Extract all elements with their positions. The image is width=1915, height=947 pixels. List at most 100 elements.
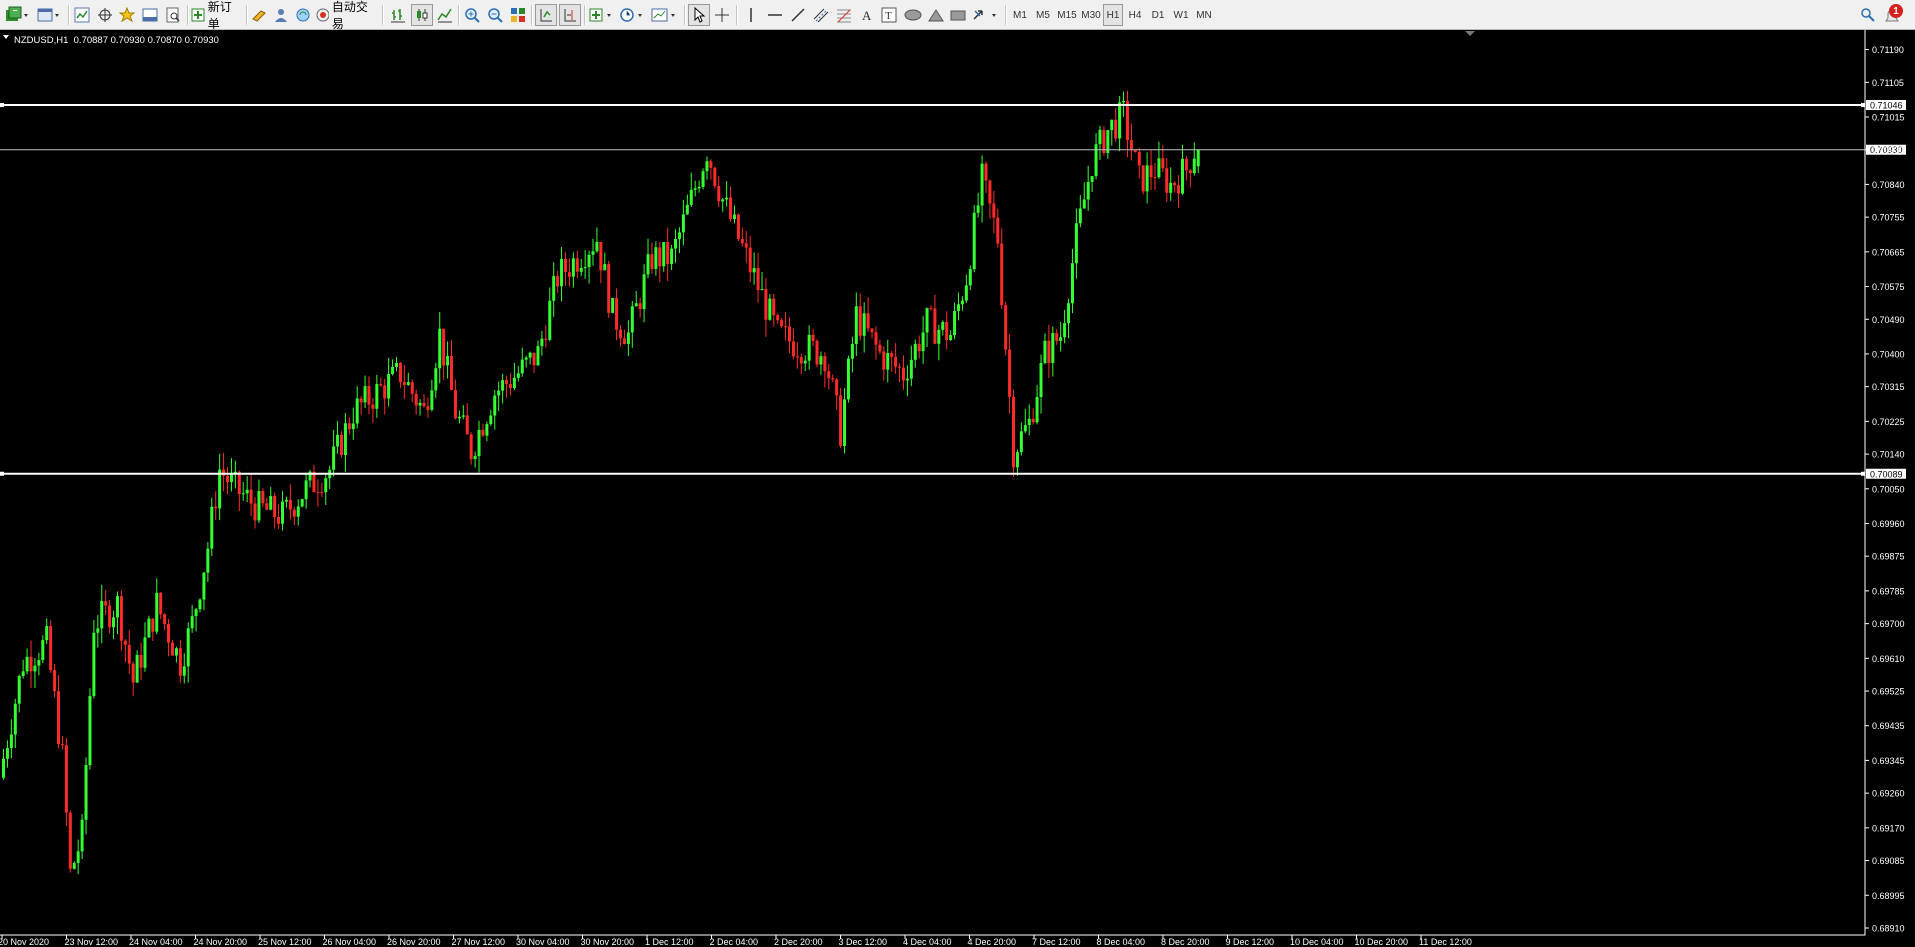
x-tick: 25 Nov 12:00 [258,935,312,947]
candlestick-chart-icon[interactable] [411,4,433,26]
time-axis: 20 Nov 2020 23 Nov 12:00 24 Nov 04:00 24 No… [0,935,1472,947]
candle [972,205,976,273]
x-tick-label: 20 Nov 2020 [0,937,49,947]
chart-background [0,30,1915,947]
ellipse-icon[interactable] [902,4,924,26]
y-tick-label: 0.70755 [1872,213,1905,223]
x-tick-label: 26 Nov 20:00 [387,937,441,947]
x-tick-label: 7 Dec 12:00 [1032,937,1081,947]
templates-button[interactable] [650,4,680,26]
x-tick: 2 Dec 04:00 [710,935,758,947]
line-chart-icon[interactable] [435,4,455,26]
candle [135,650,139,683]
x-tick: 3 Dec 12:00 [839,935,888,947]
x-tick: 1 Dec 12:00 [645,935,694,947]
x-tick-label: 9 Dec 12:00 [1226,937,1275,947]
auto-scroll-icon[interactable] [535,4,557,26]
chart-shift-icon[interactable] [559,4,581,26]
search-icon[interactable] [1858,4,1878,26]
zoom-out-icon[interactable] [485,4,505,26]
tile-windows-icon[interactable] [508,4,528,26]
y-tick-label: 0.70400 [1872,349,1905,359]
rectangle-icon[interactable] [948,4,968,26]
market-watch-icon[interactable] [72,4,92,26]
zoom-in-icon[interactable] [462,4,482,26]
price-chart[interactable]: 0.71046 0.70089 0.70930 0.71190 0.71105 0.71… [0,30,1915,947]
x-tick: 8 Dec 04:00 [1097,935,1145,947]
x-tick-label: 10 Dec 20:00 [1355,937,1409,947]
timeframe-d1-button[interactable]: D1 [1147,4,1169,26]
x-tick-label: 30 Nov 20:00 [581,937,635,947]
equidistant-channel-icon[interactable] [811,4,831,26]
x-tick: 8 Dec 20:00 [1161,935,1210,947]
x-tick-label: 3 Dec 12:00 [839,937,888,947]
candle [300,498,304,508]
toolbar-separator [458,5,460,25]
signals-icon[interactable] [293,4,313,26]
bar-chart-icon[interactable] [388,4,408,26]
x-tick: 30 Nov 20:00 [581,935,635,947]
timeframe-m30-button[interactable]: M30 [1079,4,1103,26]
y-tick-label: 0.70140 [1872,450,1905,460]
periods-button[interactable] [619,4,647,26]
cursor-icon[interactable] [688,4,710,26]
timeframe-mn-button[interactable]: MN [1192,4,1216,26]
timeframe-h4-button[interactable]: H4 [1124,4,1146,26]
x-tick-label: 26 Nov 04:00 [323,937,377,947]
x-tick-label: 24 Nov 04:00 [129,937,183,947]
data-window-icon[interactable] [95,4,115,26]
candle [736,213,740,242]
x-tick: 24 Nov 04:00 [129,935,183,947]
toolbar-separator [1005,5,1007,25]
x-tick-label: 4 Dec 04:00 [903,937,952,947]
triangle-icon[interactable] [926,4,946,26]
horizontal-line-icon[interactable] [765,4,785,26]
auto-trading-button[interactable]: 自动交易 [316,0,376,31]
timeframe-h1-button[interactable]: H1 [1103,4,1123,26]
fibonacci-icon[interactable] [834,4,854,26]
trendline-icon[interactable] [788,4,808,26]
toolbar-separator [684,5,686,25]
indicators-button[interactable] [588,4,616,26]
candle [701,168,705,190]
profiles-button[interactable] [36,4,64,26]
toolbar-separator [382,5,384,25]
timeframe-m15-button[interactable]: M15 [1055,4,1079,26]
experts-icon[interactable] [271,4,291,26]
text-tool-icon[interactable]: A [857,4,877,26]
x-tick-label: 4 Dec 20:00 [968,937,1017,947]
x-tick-label: 27 Nov 12:00 [452,937,506,947]
toolbar-separator [736,5,738,25]
crosshair-icon[interactable] [712,4,732,26]
toolbar-separator [584,5,586,25]
metaeditor-icon[interactable] [249,4,269,26]
y-tick-label: 0.69785 [1872,586,1905,596]
toolbar-separator [68,5,70,25]
x-tick-label: 2 Dec 20:00 [774,937,823,947]
timeframe-w1-button[interactable]: W1 [1170,4,1192,26]
candle [839,388,843,448]
y-tick-label: 0.69435 [1872,721,1905,731]
vertical-line-icon[interactable] [741,4,761,26]
x-tick: 10 Dec 04:00 [1290,935,1344,947]
x-tick: 20 Nov 2020 [0,935,49,947]
arrows-button[interactable] [971,4,1001,26]
x-tick: 4 Dec 20:00 [968,935,1017,947]
x-tick-label: 24 Nov 20:00 [194,937,248,947]
new-order-button[interactable]: 新订单 [191,0,243,31]
strategy-tester-icon[interactable] [163,4,183,26]
toolbar-separator [531,5,533,25]
candle [1012,389,1016,477]
x-tick: 10 Dec 20:00 [1355,935,1409,947]
y-tick-label: 0.69170 [1872,823,1905,833]
y-tick-label: 0.70575 [1872,282,1905,292]
text-label-icon[interactable]: T [879,4,899,26]
navigator-icon[interactable] [117,4,137,26]
y-tick-label: 0.69525 [1872,687,1905,697]
chart-symbol-info: NZDUSD,H1 0.70887 0.70930 0.70870 0.7093… [14,35,219,46]
timeframe-m5-button[interactable]: M5 [1032,4,1054,26]
timeframe-m1-button[interactable]: M1 [1009,4,1031,26]
y-tick-label: 0.70225 [1872,417,1905,427]
terminal-icon[interactable] [140,4,160,26]
new-chart-button[interactable] [3,4,33,26]
